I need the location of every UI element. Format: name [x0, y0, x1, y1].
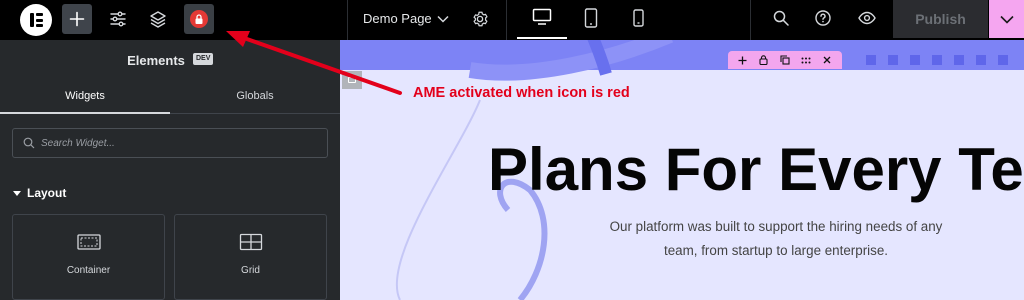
publish-button[interactable]: Publish [893, 0, 988, 38]
elementor-logo-icon[interactable] [20, 4, 52, 36]
decor-square [932, 55, 942, 65]
elements-panel: Elements DEV Widgets Globals Layout Cont… [0, 40, 340, 300]
add-element-button[interactable] [62, 4, 92, 34]
search-icon [23, 137, 35, 149]
page-name[interactable]: Demo Page [363, 0, 432, 40]
decor-square [866, 55, 876, 65]
element-toolbar [728, 51, 842, 69]
widget-container[interactable]: Container [12, 214, 165, 300]
widget-label: Grid [241, 265, 260, 276]
desktop-device-icon[interactable] [531, 6, 553, 28]
caret-down-icon [13, 190, 21, 196]
divider [347, 0, 348, 40]
search-widget-field[interactable] [12, 128, 328, 158]
lock-icon [190, 10, 208, 28]
search-icon[interactable] [770, 7, 792, 29]
grid-icon [239, 233, 263, 251]
close-icon[interactable] [820, 53, 834, 67]
tab-widgets[interactable]: Widgets [0, 80, 170, 114]
section-handle[interactable] [342, 71, 362, 89]
annotation-label: AME activated when icon is red [413, 85, 630, 101]
preview-eye-icon[interactable] [855, 7, 879, 29]
copy-icon[interactable] [778, 53, 792, 67]
decor-square [998, 55, 1008, 65]
hero-subtext-line: team, from startup to large enterprise. [663, 243, 889, 258]
tab-globals[interactable]: Globals [170, 80, 340, 114]
lock-icon[interactable] [757, 53, 771, 67]
publish-options-button[interactable] [989, 0, 1024, 38]
hero-headline: Plans For Every Tea [488, 136, 1024, 203]
layout-section-toggle[interactable]: Layout [13, 186, 66, 200]
widget-grid[interactable]: Grid [174, 214, 327, 300]
search-widget-input[interactable] [41, 137, 327, 149]
decor-square [888, 55, 898, 65]
page-settings-gear-icon[interactable] [468, 7, 492, 31]
structure-button[interactable] [144, 5, 172, 33]
widget-label: Container [66, 265, 111, 276]
decor-square [976, 55, 986, 65]
mobile-device-icon[interactable] [630, 6, 646, 30]
chevron-down-icon[interactable] [432, 8, 454, 30]
container-icon [77, 234, 101, 250]
decor-square [954, 55, 964, 65]
drag-icon[interactable] [799, 53, 813, 67]
divider [750, 0, 751, 40]
plus-icon [69, 11, 85, 27]
section-label: Layout [27, 186, 67, 200]
help-icon[interactable] [812, 7, 834, 29]
layers-icon [150, 11, 166, 28]
top-bar: Demo Page Publish [0, 0, 1024, 40]
hero-subtext-line: Our platform was built to support the hi… [609, 219, 943, 234]
hero-subtext: Our platform was built to support the hi… [560, 215, 992, 263]
ame-toggle-button[interactable] [184, 4, 214, 34]
divider [506, 0, 507, 40]
tablet-device-icon[interactable] [582, 6, 600, 30]
panel-header: Elements DEV [0, 40, 340, 78]
site-settings-button[interactable] [104, 5, 132, 33]
decor-square [910, 55, 920, 65]
panel-tabs: Widgets Globals [0, 80, 340, 114]
plus-icon[interactable] [736, 53, 750, 67]
chevron-down-icon [999, 15, 1014, 24]
dev-badge: DEV [193, 53, 214, 65]
active-device-indicator [517, 37, 567, 39]
sliders-icon [110, 11, 126, 27]
panel-title: Elements [127, 53, 185, 68]
handle-icon [348, 77, 356, 83]
